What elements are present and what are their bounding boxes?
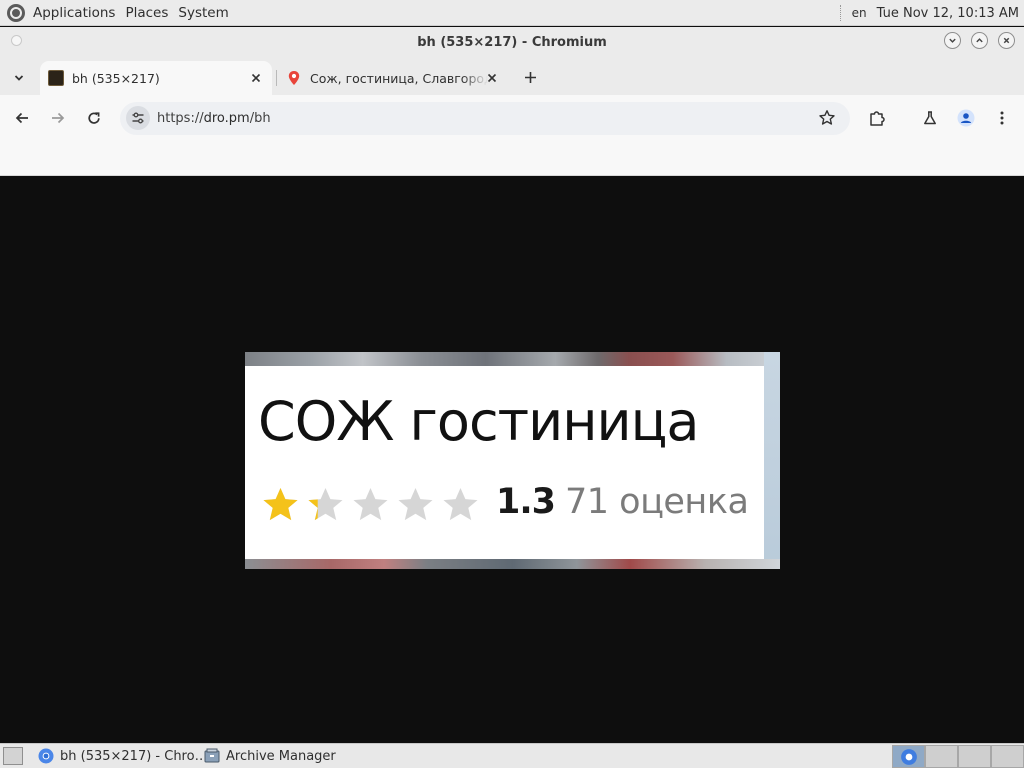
image-favicon-icon	[48, 70, 64, 86]
menu-places[interactable]: Places	[123, 5, 170, 21]
panel-clock[interactable]: Tue Nov 12, 10:13 AM	[877, 6, 1019, 21]
labs-button[interactable]	[917, 105, 943, 131]
workspace-3[interactable]	[958, 745, 991, 768]
image-photo-strip	[245, 559, 780, 569]
rating-star-icon	[443, 487, 478, 521]
extensions-button[interactable]	[864, 105, 890, 131]
close-window-button[interactable]	[998, 32, 1015, 49]
image-photo-strip	[245, 352, 780, 366]
hotel-name: СОЖ гостиница	[258, 390, 699, 453]
forward-button[interactable]	[45, 105, 71, 131]
site-info-button[interactable]	[126, 106, 150, 130]
rating-stars	[261, 486, 480, 523]
workspace-4[interactable]	[991, 745, 1024, 768]
browser-toolbar: https://dro.pm/bh	[0, 95, 1024, 142]
plus-icon	[524, 71, 536, 83]
tab-image[interactable]: bh (535×217)	[40, 61, 272, 95]
rating-star-icon	[353, 487, 388, 521]
tune-icon	[132, 112, 144, 124]
rating-count: 71 оценка	[565, 482, 749, 522]
displayed-image[interactable]: СОЖ гостиница 1.3 71 оценка	[245, 352, 780, 569]
rating-star-icon	[263, 487, 298, 521]
rating-star-icon	[308, 487, 343, 521]
chevron-down-icon	[14, 75, 24, 81]
keyboard-layout-indicator[interactable]: en	[852, 6, 867, 20]
tab-title: bh (535×217)	[72, 70, 160, 86]
url-path: /bh	[249, 111, 271, 126]
close-icon	[1003, 37, 1010, 44]
kebab-menu-icon	[1000, 111, 1004, 125]
new-tab-button[interactable]	[518, 65, 542, 89]
tab-strip: bh (535×217) Сож, гостиница, Славгород	[0, 59, 1024, 95]
rating-star-icon	[398, 487, 433, 521]
bookmarks-bar	[0, 142, 1024, 176]
applications-logo-icon[interactable]	[7, 3, 25, 22]
url-text[interactable]: https://dro.pm/bh	[157, 111, 271, 126]
panel-separator	[839, 5, 842, 21]
workspace-1[interactable]	[892, 745, 925, 768]
close-icon	[487, 73, 497, 83]
puzzle-icon	[870, 111, 885, 126]
url-scheme: https://	[157, 111, 204, 126]
tab-divider	[276, 70, 277, 86]
menu-applications[interactable]: Applications	[31, 5, 117, 21]
tab-search-button[interactable]	[6, 65, 32, 91]
top-panel: Applications Places System en Tue Nov 12…	[0, 0, 1024, 26]
tab-title: Сож, гостиница, Славгород	[310, 70, 488, 86]
panel-status-area: en Tue Nov 12, 10:13 AM	[839, 0, 1019, 26]
reload-button[interactable]	[81, 105, 107, 131]
archive-manager-icon	[204, 748, 220, 763]
workspace-2[interactable]	[925, 745, 958, 768]
hotel-rating-card: СОЖ гостиница 1.3 71 оценка	[247, 366, 764, 559]
back-button[interactable]	[9, 105, 35, 131]
tab-map[interactable]: Сож, гостиница, Славгород	[278, 61, 508, 95]
image-photo-strip	[764, 352, 780, 569]
chromium-icon	[38, 748, 54, 764]
menu-system[interactable]: System	[176, 5, 230, 21]
menu-button[interactable]	[989, 105, 1015, 131]
map-pin-icon	[288, 71, 300, 85]
taskbar-item-archive-manager[interactable]: Archive Manager	[198, 745, 336, 767]
chevron-up-icon	[976, 38, 983, 43]
user-avatar-icon	[957, 109, 975, 127]
taskbar-item-chromium[interactable]: bh (535×217) - Chro…	[32, 745, 208, 767]
page-viewport: СОЖ гостиница 1.3 71 оценка	[0, 177, 1024, 743]
chevron-down-icon	[949, 38, 956, 43]
url-host: dro.pm	[203, 111, 250, 126]
maximize-button[interactable]	[971, 32, 988, 49]
bookmark-star-icon[interactable]	[818, 109, 836, 127]
chromium-icon	[901, 749, 917, 765]
profile-button[interactable]	[953, 105, 979, 131]
flask-icon	[924, 111, 936, 125]
taskbar-item-label: Archive Manager	[226, 748, 336, 764]
tab-close-button[interactable]	[249, 71, 263, 85]
window-title: bh (535×217) - Chromium	[417, 35, 607, 50]
close-icon	[251, 73, 261, 83]
rating-value: 1.3	[496, 482, 556, 522]
window-titlebar[interactable]: bh (535×217) - Chromium	[0, 27, 1024, 59]
minimize-button[interactable]	[944, 32, 961, 49]
arrow-left-icon	[15, 112, 28, 124]
taskbar-item-label: bh (535×217) - Chro…	[60, 748, 208, 764]
bottom-taskbar: bh (535×217) - Chro… Archive Manager	[0, 743, 1024, 768]
address-bar[interactable]: https://dro.pm/bh	[120, 102, 850, 135]
tab-close-button[interactable]	[485, 71, 499, 85]
show-desktop-button[interactable]	[3, 747, 23, 765]
reload-icon	[88, 112, 100, 124]
arrow-right-icon	[52, 112, 65, 124]
